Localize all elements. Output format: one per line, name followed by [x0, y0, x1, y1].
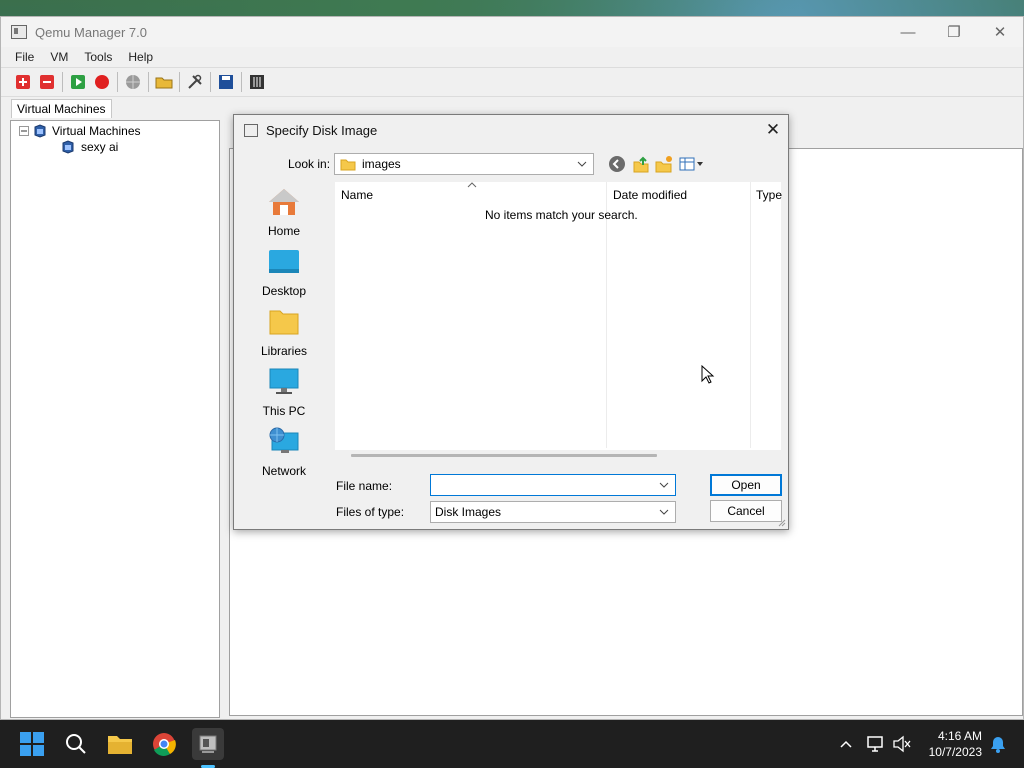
chevron-up-icon[interactable]: [832, 730, 860, 758]
minimize-button[interactable]: —: [885, 17, 931, 47]
home-icon: [269, 189, 299, 215]
toolbar-separator: [210, 72, 211, 92]
folder-icon: [340, 159, 356, 171]
vm-group-icon: [34, 124, 46, 138]
resize-grip-icon[interactable]: [778, 519, 786, 527]
system-clock[interactable]: 4:16 AM 10/7/2023: [929, 728, 982, 760]
restore-button[interactable]: ❐: [931, 17, 977, 47]
file-name-input[interactable]: [430, 474, 676, 496]
specify-disk-image-dialog: Specify Disk Image ✕ Look in: images Hom…: [233, 114, 789, 530]
collapse-icon[interactable]: [19, 126, 29, 136]
back-icon[interactable]: [608, 155, 626, 176]
column-header-type[interactable]: Type: [756, 186, 782, 204]
open-folder-icon[interactable]: [155, 73, 173, 91]
place-network-label: Network: [261, 464, 306, 478]
chevron-down-icon: [577, 161, 587, 167]
place-network[interactable]: Network: [246, 427, 322, 478]
start-vm-icon[interactable]: [69, 73, 87, 91]
up-folder-icon[interactable]: [632, 155, 650, 176]
stop-vm-icon[interactable]: [93, 73, 111, 91]
menu-vm[interactable]: VM: [42, 47, 76, 67]
tab-virtual-machines[interactable]: Virtual Machines: [11, 99, 112, 118]
file-type-select[interactable]: Disk Images: [430, 501, 676, 523]
toolbar-separator: [117, 72, 118, 92]
file-type-label: Files of type:: [336, 505, 405, 519]
libraries-icon: [269, 310, 299, 335]
clock-time: 4:16 AM: [937, 729, 982, 743]
cancel-button[interactable]: Cancel: [710, 500, 782, 522]
menu-help[interactable]: Help: [120, 47, 161, 67]
look-in-value: images: [362, 157, 401, 171]
chevron-down-icon: [659, 482, 669, 488]
chrome-icon[interactable]: [150, 730, 178, 758]
dialog-title-bar[interactable]: Specify Disk Image ✕: [234, 115, 788, 145]
place-libraries-label: Libraries: [260, 344, 308, 358]
taskbar: 4:16 AM 10/7/2023: [0, 720, 1024, 768]
globe-icon[interactable]: [124, 73, 142, 91]
menu-bar: File VM Tools Help: [1, 47, 1023, 67]
start-icon[interactable]: [18, 730, 46, 758]
notification-bell-icon[interactable]: [984, 730, 1012, 758]
dialog-icon: [244, 123, 258, 137]
file-list[interactable]: Name Date modified Type No items match y…: [334, 181, 782, 457]
place-this-pc-label: This PC: [262, 404, 306, 418]
open-button[interactable]: Open: [710, 474, 782, 496]
clock-date: 10/7/2023: [928, 745, 982, 759]
save-icon[interactable]: [217, 73, 235, 91]
place-home-label: Home: [267, 224, 300, 238]
settings-sliders-icon[interactable]: [248, 73, 266, 91]
desktop-icon: [269, 250, 299, 273]
sort-ascending-icon: [467, 182, 477, 188]
vm-tree-panel: Virtual Machines sexy ai: [10, 120, 220, 718]
vm-icon: [62, 140, 74, 154]
view-menu-icon[interactable]: [679, 155, 705, 176]
place-desktop-label: Desktop: [261, 284, 307, 298]
place-libraries[interactable]: Libraries: [246, 307, 322, 358]
main-title-bar[interactable]: Qemu Manager 7.0 — ❐ ✕: [1, 17, 1023, 47]
toolbar: [1, 67, 1023, 97]
column-header-date-modified[interactable]: Date modified: [613, 186, 687, 204]
search-icon[interactable]: [62, 730, 90, 758]
dialog-close-button[interactable]: ✕: [758, 120, 788, 140]
file-explorer-icon[interactable]: [106, 730, 134, 758]
computer-icon: [269, 368, 299, 394]
main-window-title: Qemu Manager 7.0: [35, 24, 148, 40]
look-in-label: Look in:: [288, 157, 331, 171]
column-header-name[interactable]: Name: [341, 186, 373, 204]
place-home[interactable]: Home: [246, 187, 322, 238]
add-vm-icon[interactable]: [14, 73, 32, 91]
mouse-cursor-icon: [701, 365, 715, 384]
toolbar-separator: [62, 72, 63, 92]
tree-root-label: Virtual Machines: [52, 124, 141, 138]
horizontal-scrollbar[interactable]: [351, 454, 657, 457]
menu-tools[interactable]: Tools: [76, 47, 120, 67]
new-folder-icon[interactable]: [655, 155, 673, 176]
network-status-icon[interactable]: [862, 730, 890, 758]
place-this-pc[interactable]: This PC: [246, 367, 322, 418]
app-icon: [11, 25, 27, 39]
toolbar-separator: [179, 72, 180, 92]
dialog-title: Specify Disk Image: [266, 122, 378, 138]
tree-item-vm[interactable]: sexy ai: [61, 139, 118, 155]
place-desktop[interactable]: Desktop: [246, 247, 322, 298]
empty-message: No items match your search.: [485, 208, 638, 222]
menu-file[interactable]: File: [7, 47, 42, 67]
file-type-value: Disk Images: [435, 505, 502, 519]
chevron-down-icon: [659, 509, 669, 515]
remove-vm-icon[interactable]: [38, 73, 56, 91]
tools-icon[interactable]: [186, 73, 204, 91]
look-in-combo[interactable]: images: [334, 153, 594, 175]
toolbar-separator: [148, 72, 149, 92]
file-name-label: File name:: [336, 479, 393, 493]
tree-item-virtual-machines[interactable]: Virtual Machines: [19, 123, 141, 139]
toolbar-separator: [241, 72, 242, 92]
close-button[interactable]: ✕: [977, 17, 1023, 47]
column-separator[interactable]: [750, 182, 751, 448]
volume-muted-icon[interactable]: [888, 730, 916, 758]
qemu-manager-taskbar-icon[interactable]: [192, 728, 224, 760]
tree-child-label: sexy ai: [81, 140, 119, 154]
network-icon: [269, 427, 299, 453]
